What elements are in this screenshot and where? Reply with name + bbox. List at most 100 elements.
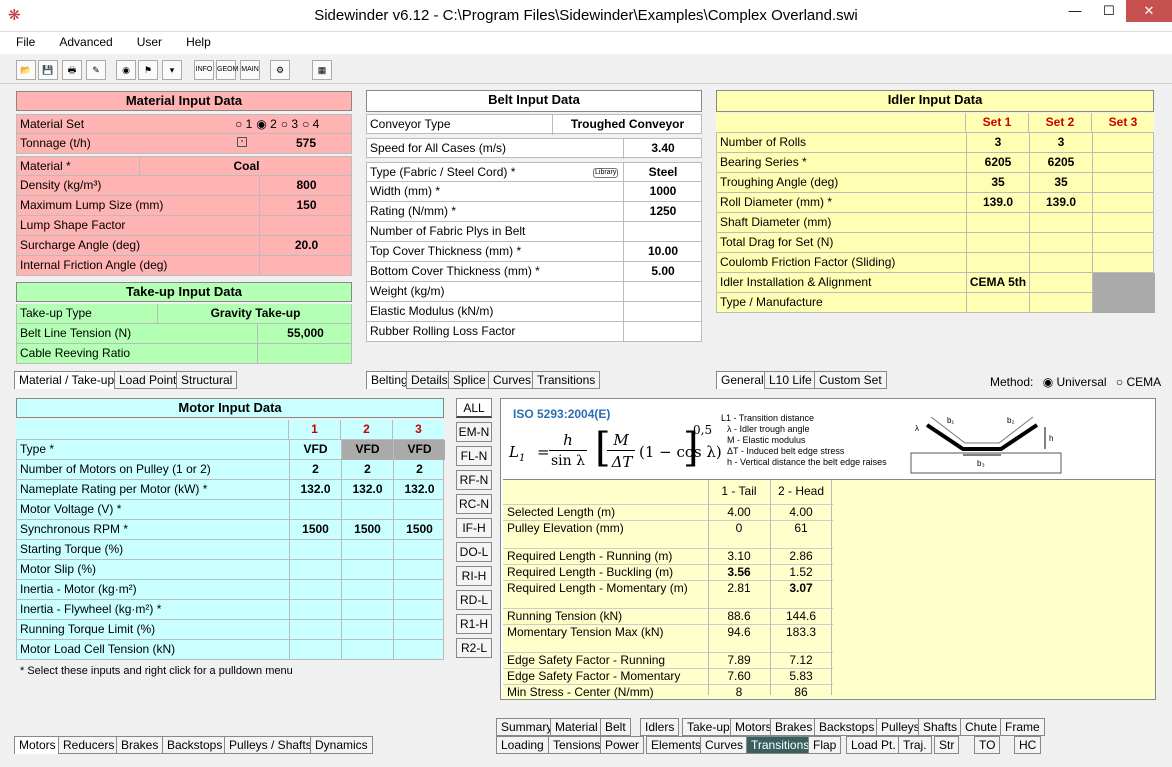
idler-set-value[interactable]: 6205 — [966, 153, 1029, 173]
tab-load-pt-[interactable]: Load Pt. — [846, 736, 901, 754]
motor-value[interactable]: VFD — [393, 440, 445, 460]
belt-row-value[interactable] — [623, 222, 702, 242]
motor-value[interactable] — [289, 600, 341, 620]
maximize-button[interactable]: ☐ — [1092, 0, 1126, 22]
tab-reducers[interactable]: Reducers — [58, 736, 120, 754]
motor-value[interactable]: 132.0 — [341, 480, 393, 500]
idler-set-value[interactable] — [1092, 293, 1155, 313]
tab-traj-[interactable]: Traj. — [898, 736, 932, 754]
case-button-fl-n[interactable]: FL-N — [456, 446, 492, 466]
tab-to[interactable]: TO — [974, 736, 1001, 754]
idler-set-value[interactable]: 3 — [1029, 133, 1092, 153]
idler-set-value[interactable] — [1092, 233, 1155, 253]
material-set-radio-1[interactable]: ○ 1 — [235, 117, 252, 131]
belt-row-value[interactable]: 1250 — [623, 202, 702, 222]
main-icon[interactable]: MAIN — [240, 60, 260, 80]
motor-value[interactable] — [289, 640, 341, 660]
tab-brakes[interactable]: Brakes — [116, 736, 164, 754]
conveyor-type-row[interactable]: Conveyor Type Troughed Conveyor — [366, 114, 702, 135]
speed-row[interactable]: Speed for All Cases (m/s) 3.40 — [366, 138, 702, 159]
tab-loading[interactable]: Loading — [496, 736, 549, 754]
belt-row-value[interactable] — [623, 282, 702, 302]
idler-set-value[interactable] — [1029, 273, 1092, 293]
material-row-value[interactable]: 150 — [259, 196, 353, 216]
material-type-row[interactable]: Material * Coal — [16, 156, 353, 177]
tab-power[interactable]: Power — [600, 736, 645, 754]
tab-motors[interactable]: Motors — [14, 736, 61, 754]
case-button-ri-h[interactable]: RI-H — [456, 566, 492, 586]
tab-tensions[interactable]: Tensions — [548, 736, 606, 754]
belt-row-value[interactable] — [623, 322, 702, 342]
minimize-button[interactable]: — — [1058, 0, 1092, 22]
belt-type-row[interactable]: Type (Fabric / Steel Cord) * Library Ste… — [366, 162, 702, 183]
material-type-value[interactable]: Coal — [139, 157, 353, 177]
tab-curves[interactable]: Curves — [488, 371, 537, 389]
tools-icon[interactable]: ⚙ — [270, 60, 290, 80]
material-row-value[interactable]: 800 — [259, 176, 353, 196]
motor-value[interactable] — [289, 580, 341, 600]
method-universal-radio[interactable]: ◉ Universal — [1043, 375, 1107, 389]
idler-set-value[interactable]: 35 — [1029, 173, 1092, 193]
motor-value[interactable] — [341, 560, 393, 580]
tab-elements[interactable]: Elements — [646, 736, 707, 754]
tab-backstops[interactable]: Backstops — [162, 736, 228, 754]
idler-set-value[interactable] — [1092, 253, 1155, 273]
motor-value[interactable] — [393, 560, 445, 580]
tab-splice[interactable]: Splice — [448, 371, 491, 389]
motor-value[interactable] — [393, 600, 445, 620]
menu-advanced[interactable]: Advanced — [43, 32, 120, 49]
idler-set-value[interactable]: 6205 — [1029, 153, 1092, 173]
tab-general[interactable]: General — [716, 371, 769, 389]
belt-row-value[interactable]: 10.00 — [623, 242, 702, 262]
idler-set-value[interactable] — [1029, 213, 1092, 233]
material-row-value[interactable] — [259, 216, 353, 236]
motor-value[interactable]: 1500 — [341, 520, 393, 540]
material-row-value[interactable] — [259, 256, 353, 276]
motor-value[interactable] — [393, 500, 445, 520]
edit-icon[interactable]: ✎ — [86, 60, 106, 80]
tab-flap[interactable]: Flap — [808, 736, 842, 754]
idler-set-value[interactable] — [966, 253, 1029, 273]
belt-type-value[interactable]: Steel — [623, 163, 702, 183]
case-button-all[interactable]: ALL — [456, 398, 492, 418]
tab-summary[interactable]: Summary — [496, 718, 558, 736]
belt-row-value[interactable]: 5.00 — [623, 262, 702, 282]
case-button-if-h[interactable]: IF-H — [456, 518, 492, 538]
idler-set-value[interactable]: 139.0 — [1029, 193, 1092, 213]
tab-material-take-up[interactable]: Material / Take-up — [14, 371, 120, 389]
idler-set-value[interactable] — [966, 233, 1029, 253]
material-row-value[interactable]: 20.0 — [259, 236, 353, 256]
motor-value[interactable]: 2 — [393, 460, 445, 480]
belt-row-value[interactable]: 1000 — [623, 182, 702, 202]
takeup-row-value[interactable]: 55,000 — [257, 324, 353, 344]
motor-value[interactable] — [289, 500, 341, 520]
globe-icon[interactable]: ◉ — [116, 60, 136, 80]
method-cema-radio[interactable]: ○ CEMA — [1116, 375, 1161, 389]
idler-set-value[interactable] — [966, 293, 1029, 313]
dropdown-icon[interactable]: ▾ — [162, 60, 182, 80]
material-set-radio-3[interactable]: ○ 3 — [281, 117, 298, 131]
tab-structural[interactable]: Structural — [176, 371, 238, 389]
idler-set-value[interactable] — [1092, 173, 1155, 193]
motor-value[interactable]: 1500 — [393, 520, 445, 540]
tab-str[interactable]: Str — [934, 736, 960, 754]
print-icon[interactable]: 🖶 — [62, 60, 82, 80]
idler-set-value[interactable]: CEMA 5th — [966, 273, 1029, 293]
motor-value[interactable] — [393, 540, 445, 560]
motor-value[interactable] — [393, 580, 445, 600]
material-set-radio-2[interactable]: ◉ 2 — [256, 117, 277, 131]
close-button[interactable]: ✕ — [1126, 0, 1172, 22]
case-button-rf-n[interactable]: RF-N — [456, 470, 492, 490]
tab-pulleys-shafts[interactable]: Pulleys / Shafts — [224, 736, 317, 754]
tab-idlers[interactable]: Idlers — [640, 718, 680, 736]
motor-value[interactable] — [341, 580, 393, 600]
tab-shafts[interactable]: Shafts — [918, 718, 963, 736]
motor-value[interactable]: 132.0 — [289, 480, 341, 500]
case-button-rd-l[interactable]: RD-L — [456, 590, 492, 610]
tab-details[interactable]: Details — [406, 371, 453, 389]
motor-value[interactable] — [341, 620, 393, 640]
tonnage-value[interactable]: 575 — [259, 134, 353, 154]
idler-set-value[interactable] — [1092, 153, 1155, 173]
idler-set-value[interactable]: 3 — [966, 133, 1029, 153]
case-button-r1-h[interactable]: R1-H — [456, 614, 492, 634]
